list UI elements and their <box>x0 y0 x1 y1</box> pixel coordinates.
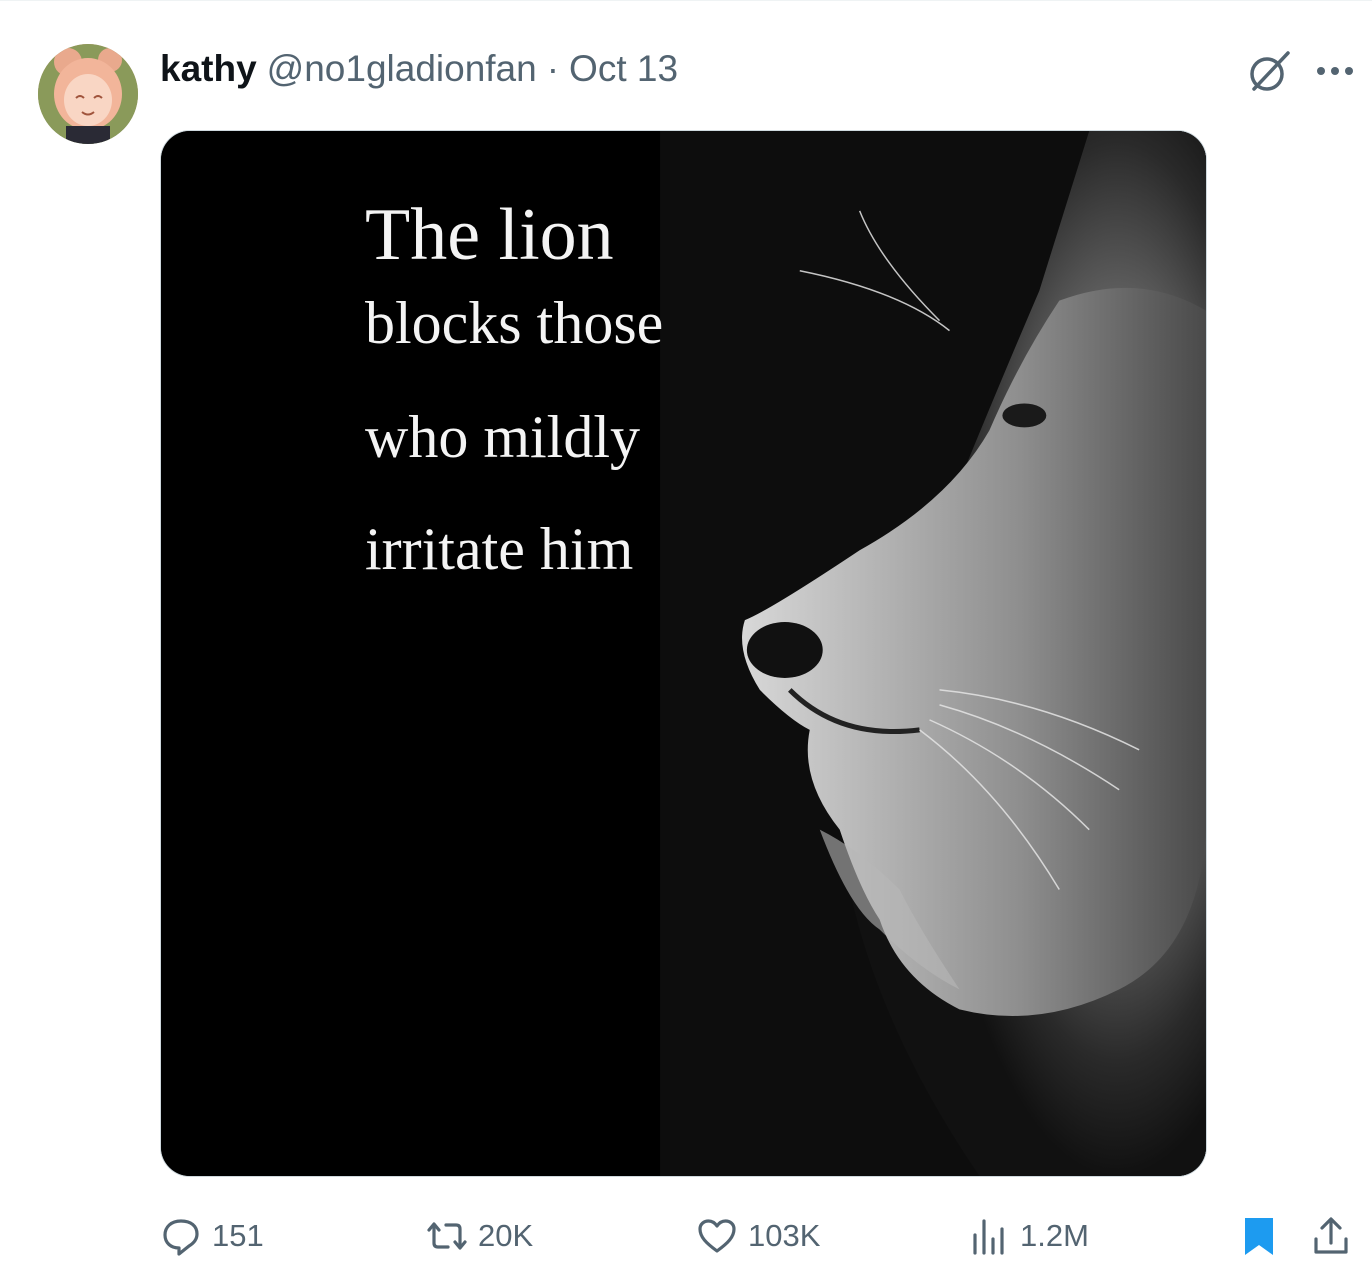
like-count: 103K <box>748 1218 821 1253</box>
grok-icon[interactable] <box>1246 49 1292 95</box>
reply-button[interactable]: 151 <box>160 1206 264 1266</box>
heart-icon <box>698 1219 736 1253</box>
analytics-icon <box>973 1219 1004 1255</box>
view-count: 1.2M <box>1020 1218 1089 1253</box>
share-icon <box>1314 1217 1348 1254</box>
quote-line-4: irritate him <box>365 516 634 582</box>
repost-icon <box>427 1222 467 1250</box>
like-button[interactable]: 103K <box>696 1206 820 1266</box>
repost-count: 20K <box>478 1218 534 1253</box>
reply-count: 151 <box>212 1218 264 1253</box>
views-button[interactable]: 1.2M <box>968 1206 1089 1266</box>
more-icon[interactable] <box>1312 53 1358 89</box>
user-handle[interactable]: @no1gladionfan <box>267 48 537 90</box>
tweet-image[interactable]: The lion blocks those who mildly irritat… <box>160 130 1207 1177</box>
separator-dot: · <box>546 48 560 89</box>
quote-line-1: The lion <box>365 194 614 276</box>
share-button[interactable] <box>1310 1206 1352 1266</box>
repost-button[interactable]: 20K <box>426 1206 533 1266</box>
bookmark-button[interactable] <box>1238 1206 1280 1266</box>
lion-image <box>161 131 1206 1176</box>
reply-icon <box>163 1219 199 1256</box>
quote-line-2: blocks those <box>365 290 664 356</box>
bookmark-icon <box>1245 1218 1273 1255</box>
quote-line-3: who mildly <box>365 404 641 470</box>
action-bar: 151 20K 103K 1.2M <box>0 1206 1372 1266</box>
display-name[interactable]: kathy <box>160 48 257 90</box>
tweet: kathy @no1gladionfan · Oct 13 The lion b… <box>0 0 1372 1286</box>
tweet-header: kathy @no1gladionfan · Oct 13 <box>160 45 678 93</box>
avatar-image <box>38 44 138 144</box>
tweet-date[interactable]: Oct 13 <box>569 48 678 90</box>
profile-avatar[interactable] <box>38 44 138 144</box>
